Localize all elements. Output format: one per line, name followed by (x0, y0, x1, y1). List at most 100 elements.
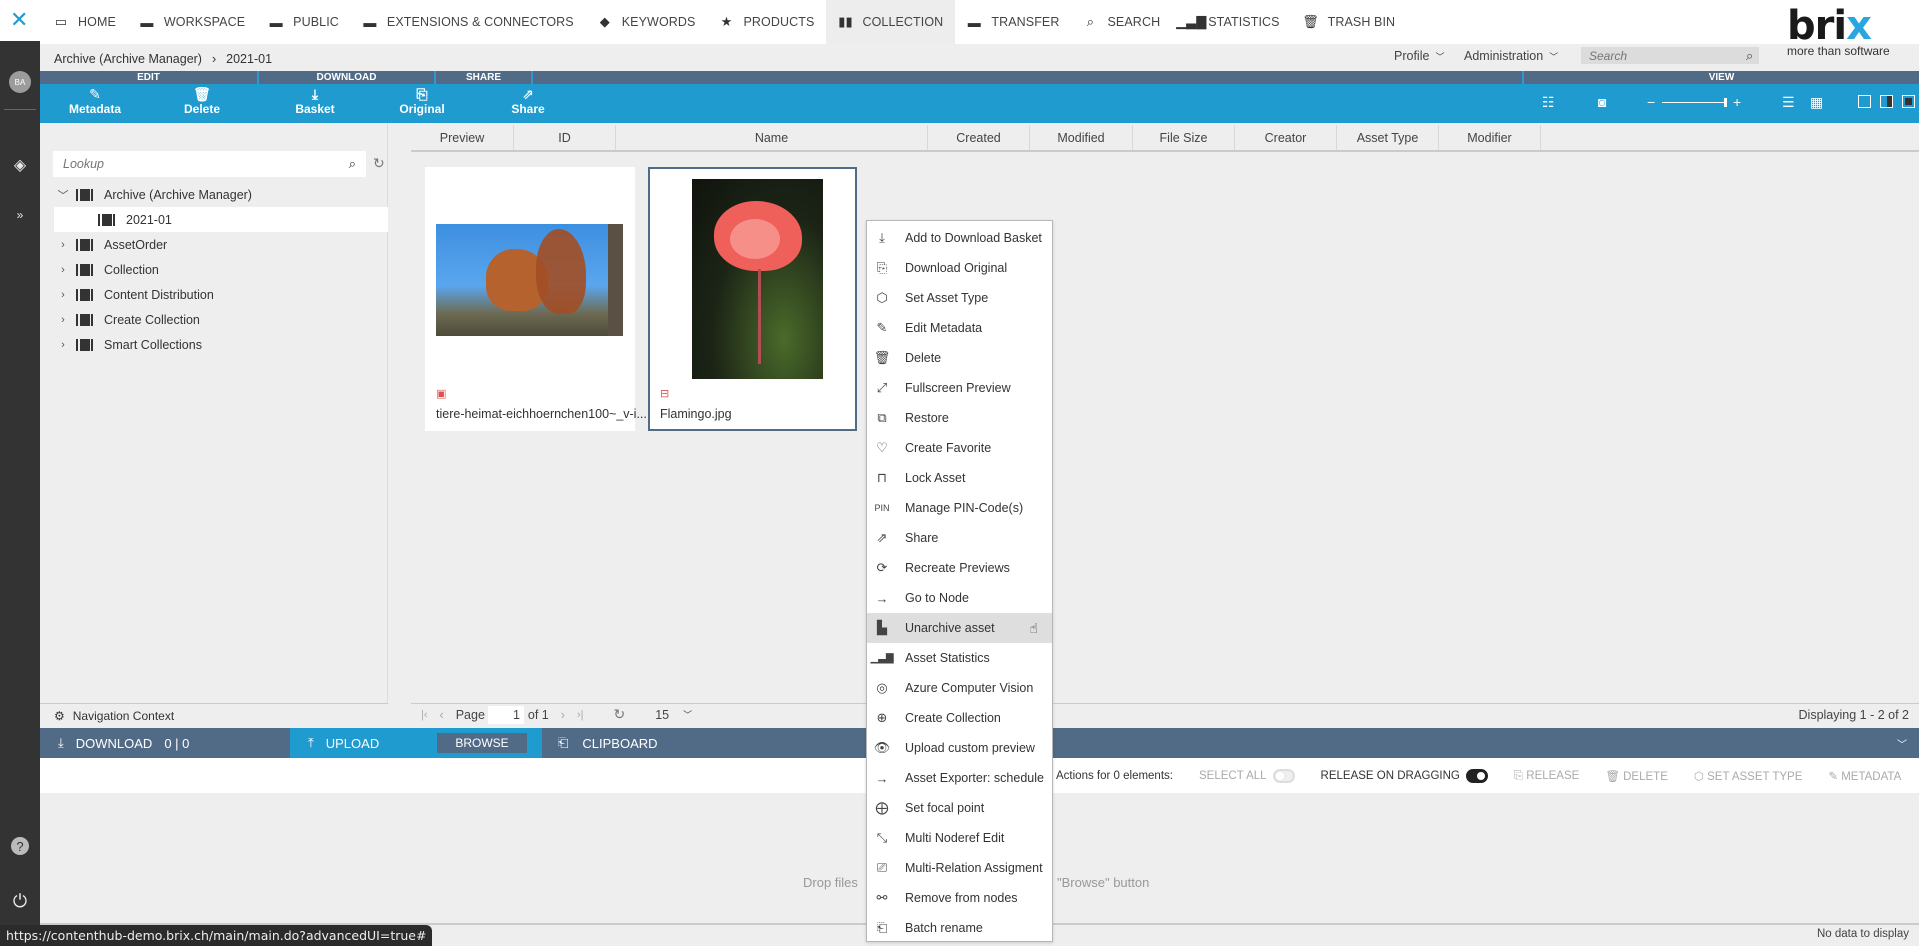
layout-single-icon[interactable] (1858, 95, 1871, 108)
menu-remove-from-nodes[interactable]: ⚯ Remove from nodes (867, 883, 1052, 913)
refresh-icon[interactable]: ↻ (373, 155, 385, 172)
menu-create-collection[interactable]: ⊕ Create Collection (867, 703, 1052, 733)
zoom-out-button[interactable]: − (1647, 94, 1655, 110)
clipboard-tab[interactable]: ⎗ CLIPBOARD (558, 728, 658, 758)
menu-fullscreen-preview[interactable]: ⤢ Fullscreen Preview (867, 373, 1052, 403)
basket-button[interactable]: ⤓ Basket (275, 86, 355, 116)
menu-set-asset-type[interactable]: ⬡ Set Asset Type (867, 283, 1052, 313)
refresh-icon[interactable]: ↻ (613, 706, 625, 723)
menu-upload-custom-preview[interactable]: 👁︎ Upload custom preview (867, 733, 1052, 763)
navigation-context[interactable]: ⚙ Navigation Context (40, 703, 388, 728)
nav-home[interactable]: ▭ HOME (42, 0, 128, 44)
metadata-button[interactable]: ✎ Metadata (55, 86, 135, 116)
tree-node-2021-01[interactable]: 2021-01 (54, 207, 388, 232)
set-asset-type-button[interactable]: ⬡ SET ASSET TYPE (1694, 769, 1803, 783)
asset-card-selected[interactable]: ⊟ Flamingo.jpg (648, 167, 857, 431)
help-icon[interactable]: ? (11, 837, 29, 855)
nav-extensions[interactable]: ▬ EXTENSIONS & CONNECTORS (351, 0, 586, 44)
folder-eye-icon[interactable]: ◙ (1598, 94, 1606, 110)
lookup-input[interactable] (63, 157, 349, 171)
menu-multi-noderef-edit[interactable]: ⤡ Multi Noderef Edit (867, 823, 1052, 853)
search-input[interactable] (1589, 48, 1746, 63)
menu-asset-exporter-schedule[interactable]: → Asset Exporter: schedule (867, 763, 1052, 793)
menu-download-original[interactable]: ⎘ Download Original (867, 253, 1052, 283)
last-page-icon[interactable]: ›| (577, 709, 584, 721)
share-button[interactable]: ⇗ Share (488, 86, 568, 116)
menu-edit-metadata[interactable]: ✎ Edit Metadata (867, 313, 1052, 343)
chevron-down-icon[interactable]: ﹀ (54, 187, 72, 203)
nav-collection[interactable]: ▮▮ COLLECTION (826, 0, 956, 44)
release-on-dragging-toggle[interactable] (1465, 769, 1488, 783)
column-id[interactable]: ID (514, 125, 616, 150)
chevron-right-icon[interactable]: › (54, 264, 72, 276)
power-icon[interactable]: ⏻ (8, 889, 32, 913)
chat-forward-icon[interactable]: » (8, 203, 32, 227)
menu-delete[interactable]: 🗑︎ Delete (867, 343, 1052, 373)
layout-full-panel-icon[interactable] (1902, 95, 1915, 108)
delete-button[interactable]: 🗑︎ Delete (162, 86, 242, 116)
tree-node-create-collection[interactable]: › Create Collection (54, 307, 388, 332)
clipboard-metadata-button[interactable]: ✎ METADATA (1828, 769, 1901, 783)
menu-restore[interactable]: ⧉ Restore (867, 403, 1052, 433)
column-name[interactable]: Name (616, 125, 928, 150)
menu-azure-computer-vision[interactable]: ◎ Azure Computer Vision (867, 673, 1052, 703)
download-tab[interactable]: ⤓ DOWNLOAD 0 | 0 (58, 728, 189, 758)
column-preview[interactable]: Preview (411, 125, 514, 150)
tree-view-icon[interactable]: ☷ (1542, 94, 1555, 110)
nav-search[interactable]: ⌕ SEARCH (1072, 0, 1173, 44)
column-modified[interactable]: Modified (1030, 125, 1133, 150)
chevron-down-icon[interactable]: ﹀ (683, 708, 692, 721)
nav-statistics[interactable]: ▁▃▇ STATISTICS (1172, 0, 1291, 44)
profile-menu[interactable]: Profile ﹀ (1394, 49, 1444, 63)
asset-card[interactable]: ▣ tiere-heimat-eichhoernchen100~_v-i... (425, 167, 647, 431)
tree-node-archive[interactable]: ﹀ Archive (Archive Manager) (54, 182, 388, 207)
breadcrumb-item[interactable]: 2021-01 (226, 52, 272, 66)
chevron-right-icon[interactable]: › (54, 314, 72, 326)
original-button[interactable]: ⎘ Original (382, 86, 462, 116)
menu-asset-statistics[interactable]: ▁▃▇ Asset Statistics (867, 643, 1052, 673)
tree-node-content-distribution[interactable]: › Content Distribution (54, 282, 388, 307)
grid-view-icon[interactable]: ▦ (1810, 94, 1823, 110)
menu-recreate-previews[interactable]: ⟳ Recreate Previews (867, 553, 1052, 583)
search-icon[interactable]: ⌕ (349, 156, 356, 172)
chevron-right-icon[interactable]: › (54, 289, 72, 301)
menu-set-focal-point[interactable]: ⨁ Set focal point (867, 793, 1052, 823)
tree-node-smart-collections[interactable]: › Smart Collections (54, 332, 388, 357)
nav-keywords[interactable]: ◆ KEYWORDS (586, 0, 708, 44)
nav-products[interactable]: ★ PRODUCTS (707, 0, 826, 44)
menu-batch-rename[interactable]: ⎗ Batch rename (867, 913, 1052, 943)
search-icon[interactable]: ⌕ (1746, 48, 1753, 64)
next-page-icon[interactable]: › (561, 708, 565, 722)
column-file-size[interactable]: File Size (1133, 125, 1235, 150)
zoom-slider-handle[interactable] (1724, 98, 1727, 107)
chevron-right-icon[interactable]: › (54, 239, 72, 251)
app-logo-icon[interactable]: ✕ (10, 9, 28, 31)
avatar[interactable]: BA (9, 71, 31, 93)
menu-lock-asset[interactable]: ⊓ Lock Asset (867, 463, 1052, 493)
tree-node-collection[interactable]: › Collection (54, 257, 388, 282)
page-input[interactable]: 1 (487, 705, 524, 724)
select-all-toggle[interactable] (1272, 769, 1295, 783)
menu-unarchive-asset[interactable]: ▙ Unarchive asset ☝ (867, 613, 1052, 643)
menu-go-to-node[interactable]: → Go to Node (867, 583, 1052, 613)
browse-button[interactable]: BROWSE (437, 733, 527, 753)
tree-node-assetorder[interactable]: › AssetOrder (54, 232, 388, 257)
column-asset-type[interactable]: Asset Type (1337, 125, 1439, 150)
zoom-slider[interactable] (1662, 102, 1726, 103)
menu-share[interactable]: ⇗ Share (867, 523, 1052, 553)
menu-create-favorite[interactable]: ♡ Create Favorite (867, 433, 1052, 463)
prev-page-icon[interactable]: ‹ (440, 708, 444, 722)
menu-multi-relation-assignment[interactable]: ⎚ Multi-Relation Assigment (867, 853, 1052, 883)
chevron-right-icon[interactable]: › (54, 339, 72, 351)
list-view-icon[interactable]: ☰ (1782, 94, 1795, 110)
column-modifier[interactable]: Modifier (1439, 125, 1541, 150)
column-created[interactable]: Created (928, 125, 1030, 150)
layout-right-panel-icon[interactable] (1880, 95, 1893, 108)
nav-transfer[interactable]: ▬ TRANSFER (955, 0, 1071, 44)
chevron-down-icon[interactable]: ﹀ (1897, 736, 1907, 751)
breadcrumb-item[interactable]: Archive (Archive Manager) (54, 52, 202, 66)
nav-public[interactable]: ▬ PUBLIC (257, 0, 351, 44)
menu-manage-pin-codes[interactable]: PIN Manage PIN-Code(s) (867, 493, 1052, 523)
first-page-icon[interactable]: |‹ (421, 709, 428, 721)
column-creator[interactable]: Creator (1235, 125, 1337, 150)
